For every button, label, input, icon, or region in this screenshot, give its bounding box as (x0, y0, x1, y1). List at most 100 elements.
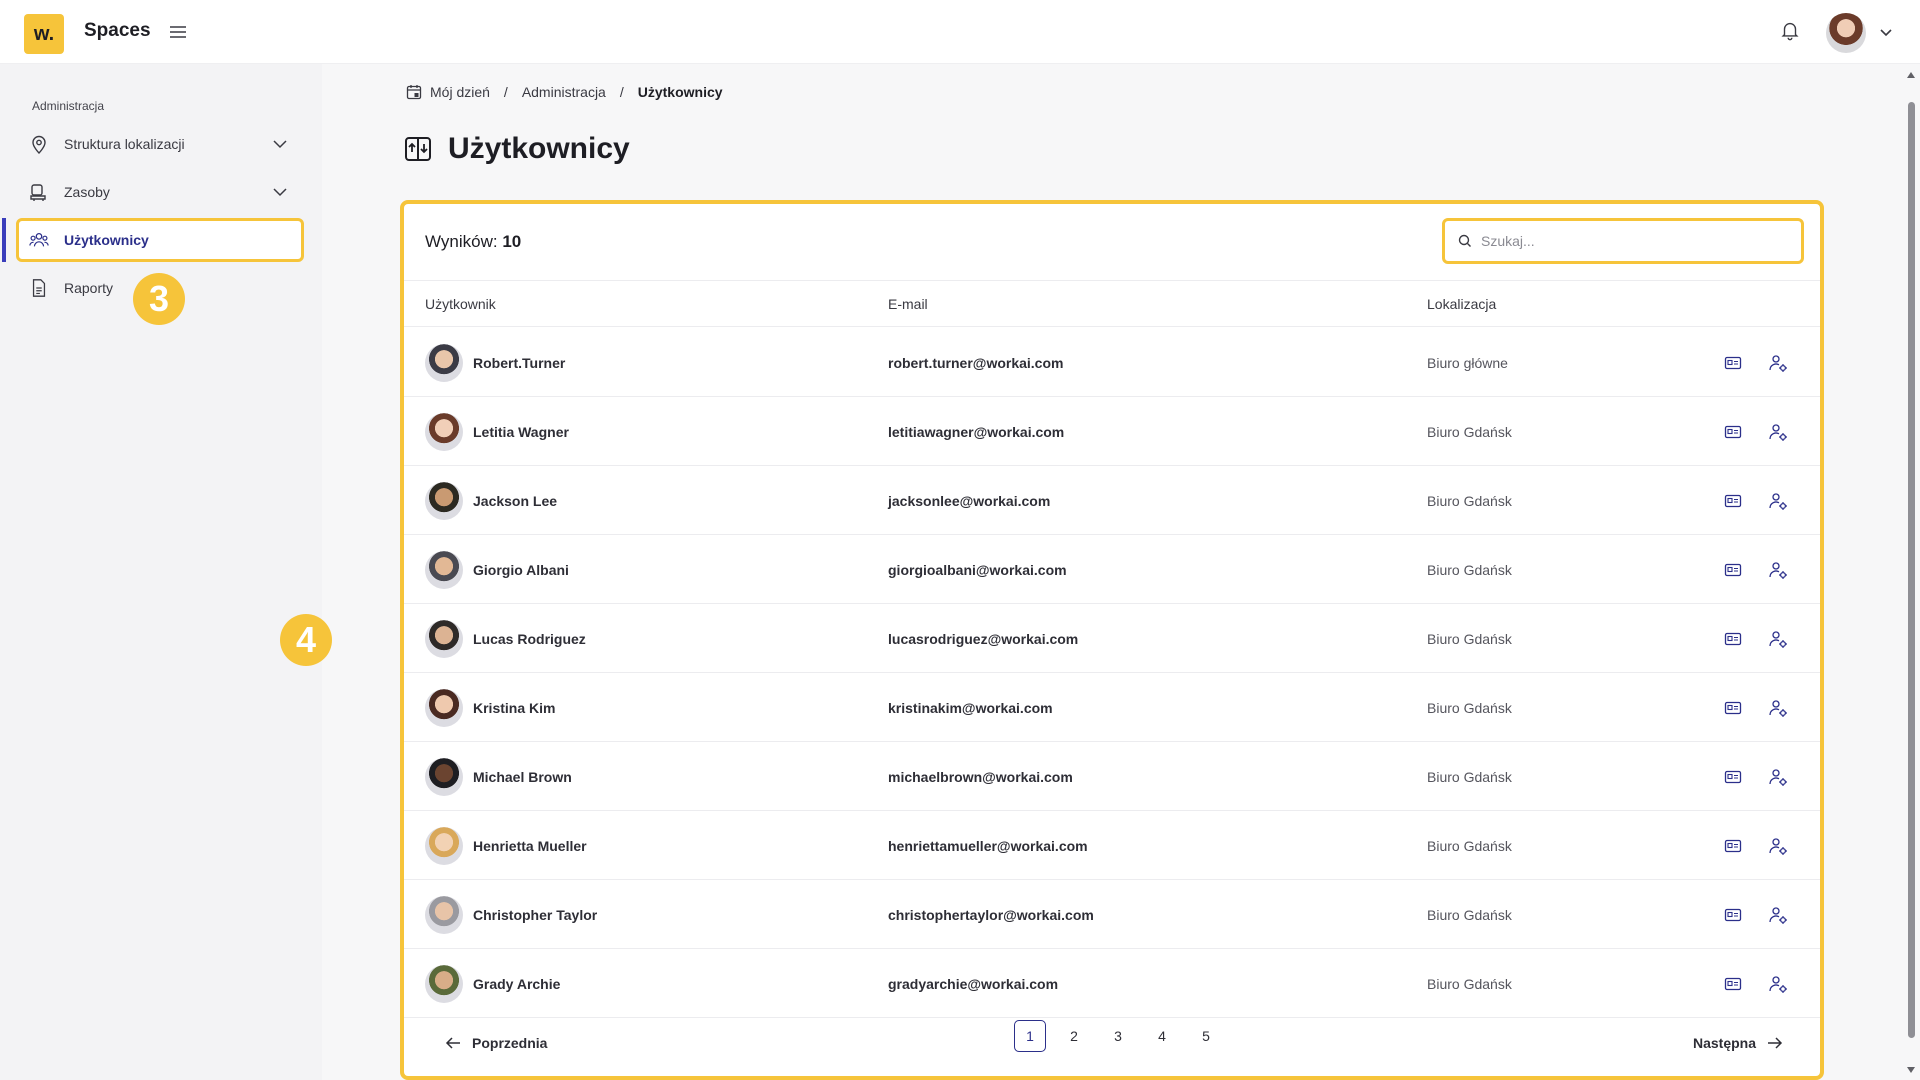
user-name[interactable]: Kristina Kim (473, 700, 555, 716)
table-row[interactable]: Michael Brown michaelbrown@workai.com Biur… (404, 742, 1820, 811)
user-settings-icon[interactable] (1768, 905, 1788, 925)
table-row[interactable]: Grady Archie gradyarchie@workai.com Biuro … (404, 949, 1820, 1018)
report-document-icon (28, 277, 50, 299)
breadcrumb-item-administracja[interactable]: Administracja (522, 84, 606, 100)
user-name[interactable]: Jackson Lee (473, 493, 557, 509)
page-scrollbar[interactable] (1902, 64, 1920, 1080)
table-row[interactable]: Lucas Rodriguez lucasrodriguez@workai.com… (404, 604, 1820, 673)
page-button-2[interactable]: 2 (1058, 1020, 1090, 1052)
app-logo[interactable]: w. (24, 14, 64, 54)
page-header: Użytkownicy (404, 132, 630, 166)
sidebar-item-zasoby[interactable]: Zasoby (16, 170, 304, 214)
sidebar-item-label: Struktura lokalizacji (64, 136, 185, 152)
page-button-3[interactable]: 3 (1102, 1020, 1134, 1052)
previous-page-label: Poprzednia (472, 1035, 548, 1051)
column-header-email[interactable]: E-mail (888, 296, 928, 312)
search-input[interactable] (1481, 233, 1781, 249)
breadcrumb-item-current: Użytkownicy (637, 84, 723, 100)
sidebar-item-label: Użytkownicy (64, 232, 149, 248)
user-settings-icon[interactable] (1768, 422, 1788, 442)
chevron-down-icon[interactable] (1878, 24, 1894, 40)
user-name[interactable]: Giorgio Albani (473, 562, 569, 578)
user-location: Biuro Gdańsk (1427, 838, 1512, 854)
user-location: Biuro Gdańsk (1427, 631, 1512, 647)
id-card-icon[interactable] (1724, 492, 1742, 510)
table-row[interactable]: Letitia Wagner letitiawagner@workai.com Bi… (404, 397, 1820, 466)
user-name[interactable]: Grady Archie (473, 976, 560, 992)
avatar (425, 965, 463, 1003)
page-button-5[interactable]: 5 (1190, 1020, 1222, 1052)
table-row[interactable]: Giorgio Albani giorgioalbani@workai.com Bi… (404, 535, 1820, 604)
search-box[interactable] (1442, 218, 1804, 264)
page-button-4[interactable]: 4 (1146, 1020, 1178, 1052)
id-card-icon[interactable] (1724, 699, 1742, 717)
user-name[interactable]: Robert.Turner (473, 355, 565, 371)
results-label: Wyników: (425, 232, 498, 251)
user-email: kristinakim@workai.com (888, 700, 1053, 716)
desk-chair-icon (28, 181, 50, 203)
table-row[interactable]: Robert.Turner robert.turner@workai.com Biu… (404, 328, 1820, 397)
column-header-user[interactable]: Użytkownik (425, 296, 496, 312)
avatar (425, 689, 463, 727)
top-bar: w. Spaces (0, 0, 1920, 64)
annotation-badge-3: 3 (133, 273, 185, 325)
id-card-icon[interactable] (1724, 423, 1742, 441)
page-button-1[interactable]: 1 (1014, 1020, 1046, 1052)
table-row[interactable]: Kristina Kim kristinakim@workai.com Biuro … (404, 673, 1820, 742)
avatar (425, 620, 463, 658)
id-card-icon[interactable] (1724, 354, 1742, 372)
results-count: Wyników: 10 (425, 232, 521, 252)
id-card-icon[interactable] (1724, 837, 1742, 855)
id-card-icon[interactable] (1724, 906, 1742, 924)
next-page-button[interactable]: Następna (1693, 1034, 1784, 1052)
sidebar-item-struktura-lokalizacji[interactable]: Struktura lokalizacji (16, 122, 304, 166)
avatar (425, 758, 463, 796)
user-name[interactable]: Christopher Taylor (473, 907, 597, 923)
arrow-left-icon (445, 1037, 460, 1049)
user-settings-icon[interactable] (1768, 353, 1788, 373)
previous-page-button[interactable]: Poprzednia (444, 1034, 547, 1052)
table-row[interactable]: Henrietta Mueller henriettamueller@workai… (404, 811, 1820, 880)
user-settings-icon[interactable] (1768, 698, 1788, 718)
sidebar-item-uzytkownicy[interactable]: Użytkownicy (2, 218, 304, 262)
user-name[interactable]: Henrietta Mueller (473, 838, 587, 854)
user-name[interactable]: Letitia Wagner (473, 424, 569, 440)
avatar (425, 413, 463, 451)
user-email: michaelbrown@workai.com (888, 769, 1073, 785)
sidebar: Administracja Struktura lokalizacji Zaso… (0, 64, 322, 1080)
avatar (425, 896, 463, 934)
scroll-up-arrow-icon[interactable] (1907, 72, 1915, 78)
annotation-badge-4: 4 (280, 614, 332, 666)
column-header-location[interactable]: Lokalizacja (1427, 296, 1496, 312)
user-name[interactable]: Lucas Rodriguez (473, 631, 586, 647)
user-settings-icon[interactable] (1768, 974, 1788, 994)
user-settings-icon[interactable] (1768, 491, 1788, 511)
user-email: letitiawagner@workai.com (888, 424, 1065, 440)
user-location: Biuro Gdańsk (1427, 424, 1512, 440)
chevron-down-icon[interactable] (272, 136, 288, 152)
results-value: 10 (502, 232, 522, 251)
table-row[interactable]: Jackson Lee jacksonlee@workai.com Biuro Gd… (404, 466, 1820, 535)
chevron-down-icon[interactable] (272, 184, 288, 200)
user-name[interactable]: Michael Brown (473, 769, 572, 785)
user-settings-icon[interactable] (1768, 836, 1788, 856)
id-card-icon[interactable] (1724, 561, 1742, 579)
user-email: giorgioalbani@workai.com (888, 562, 1067, 578)
scroll-down-arrow-icon[interactable] (1907, 1067, 1915, 1073)
id-card-icon[interactable] (1724, 630, 1742, 648)
notification-bell-icon[interactable] (1779, 19, 1801, 41)
hamburger-menu-icon[interactable] (168, 22, 188, 42)
id-card-icon[interactable] (1724, 768, 1742, 786)
user-location: Biuro główne (1427, 355, 1508, 371)
user-location: Biuro Gdańsk (1427, 562, 1512, 578)
users-table-card: Wyników: 10 Użytkownik E-mail Lokalizacj… (400, 200, 1824, 1080)
breadcrumb-item-moj-dzien[interactable]: Mój dzień (430, 84, 490, 100)
user-settings-icon[interactable] (1768, 767, 1788, 787)
user-settings-icon[interactable] (1768, 560, 1788, 580)
id-card-icon[interactable] (1724, 975, 1742, 993)
user-settings-icon[interactable] (1768, 629, 1788, 649)
user-location: Biuro Gdańsk (1427, 976, 1512, 992)
table-row[interactable]: Christopher Taylor christophertaylor@work… (404, 880, 1820, 949)
user-avatar[interactable] (1826, 13, 1866, 53)
scrollbar-thumb[interactable] (1908, 102, 1915, 1038)
